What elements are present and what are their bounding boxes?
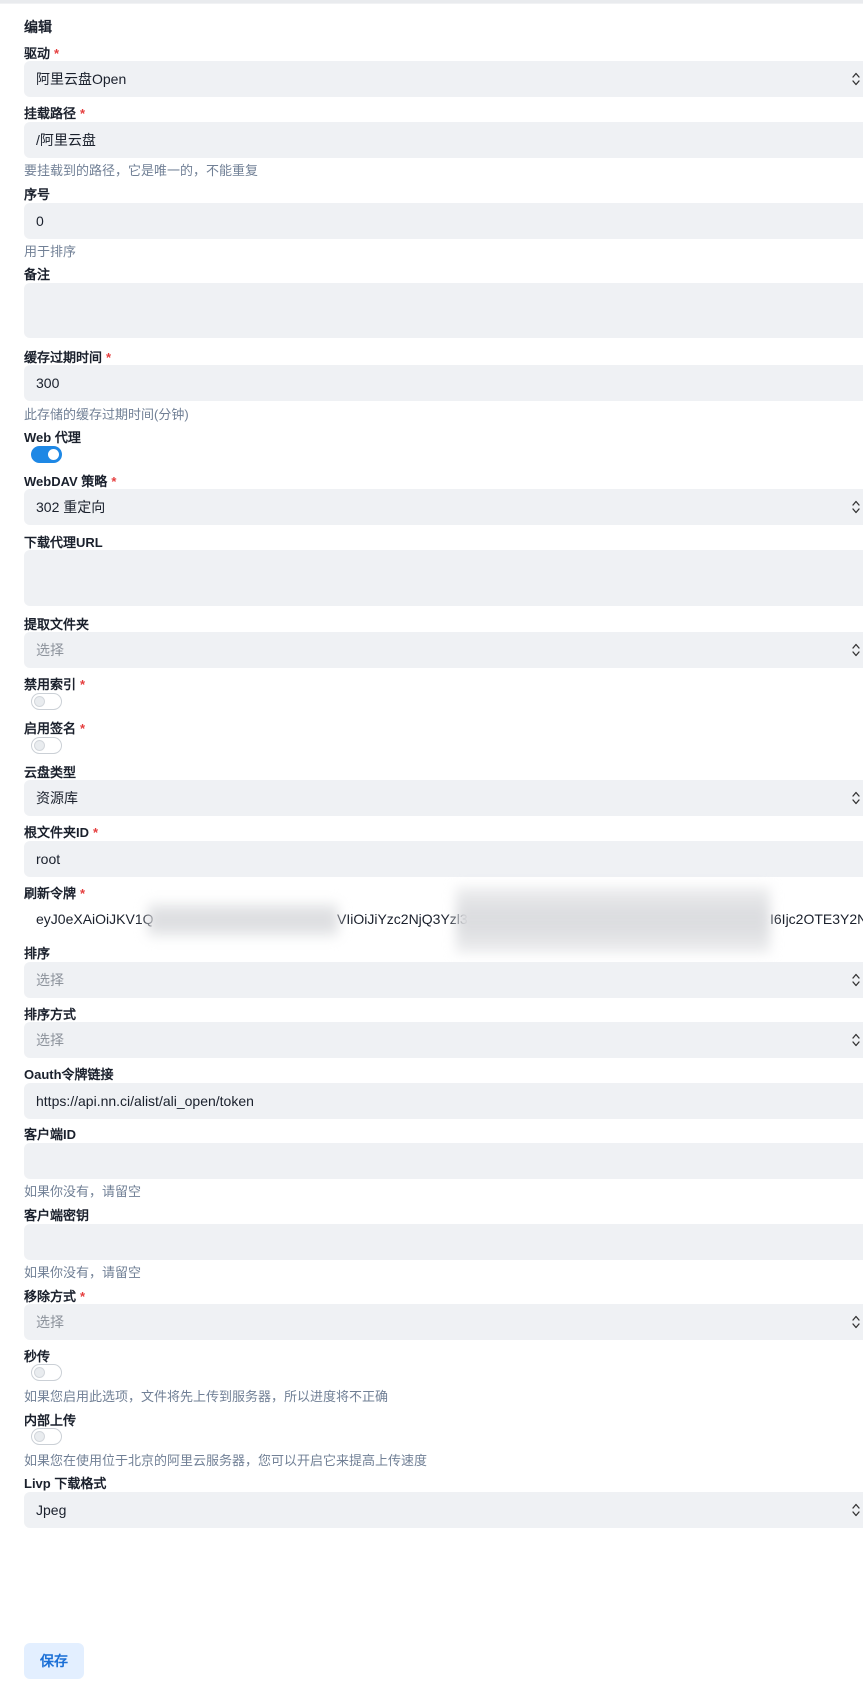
- chevron-updown-icon: [852, 1315, 860, 1329]
- chevron-updown-icon: [852, 500, 860, 514]
- cache-expiration-label: 缓存过期时间 *: [24, 350, 112, 365]
- extract-folder-select[interactable]: 选择: [24, 632, 863, 668]
- driver-label: 驱动 *: [24, 46, 60, 61]
- enable-sign-label: 启用签名 *: [24, 721, 86, 736]
- mount-path-input[interactable]: /阿里云盘: [24, 122, 863, 158]
- toggle-knob: [34, 740, 45, 751]
- driver-select[interactable]: 阿里云盘Open: [24, 61, 863, 97]
- order-direction-select[interactable]: 选择: [24, 1022, 863, 1058]
- toggle-knob: [34, 1367, 45, 1378]
- client-id-input[interactable]: [24, 1143, 863, 1179]
- remove-way-placeholder: 选择: [36, 1314, 64, 1330]
- download-proxy-url-textarea[interactable]: [24, 550, 863, 606]
- rapid-upload-hint: 如果您启用此选项，文件将先上传到服务器，所以进度将不正确: [24, 1389, 389, 1404]
- remark-textarea[interactable]: [24, 283, 863, 338]
- client-id-label: 客户端ID: [24, 1127, 77, 1142]
- root-folder-id-input[interactable]: root: [24, 841, 863, 877]
- web-proxy-toggle[interactable]: [31, 446, 62, 463]
- remove-way-select[interactable]: 选择: [24, 1304, 863, 1340]
- oauth-token-url-input[interactable]: https://api.nn.ci/alist/ali_open/token: [24, 1083, 863, 1119]
- refresh-token-label: 刷新令牌 *: [24, 886, 86, 901]
- order-by-placeholder: 选择: [36, 972, 64, 988]
- download-proxy-url-label: 下载代理URL: [24, 535, 103, 550]
- cache-expiration-input[interactable]: 300: [24, 365, 863, 401]
- redaction-blur: [148, 903, 338, 937]
- refresh-token-visible-part: I6Ijc2OTE3Y2N: [770, 911, 863, 927]
- client-secret-input[interactable]: [24, 1224, 863, 1260]
- webdav-policy-value: 302 重定向: [36, 499, 106, 515]
- internal-upload-label: 内部上传: [24, 1413, 77, 1428]
- order-by-select[interactable]: 选择: [24, 962, 863, 998]
- client-secret-hint: 如果你没有，请留空: [24, 1265, 142, 1280]
- drive-type-label: 云盘类型: [24, 765, 77, 780]
- web-proxy-label: Web 代理: [24, 430, 81, 445]
- extract-folder-placeholder: 选择: [36, 642, 64, 658]
- top-divider: [0, 0, 863, 4]
- driver-select-value: 阿里云盘Open: [36, 71, 127, 87]
- webdav-policy-label: WebDAV 策略 *: [24, 474, 117, 489]
- disable-index-toggle[interactable]: [31, 693, 62, 710]
- extract-folder-label: 提取文件夹: [24, 617, 90, 632]
- toggle-knob: [34, 1431, 45, 1442]
- page-title: 编辑: [24, 19, 52, 35]
- refresh-token-visible-part: VIiOiJiYzc2NjQ3Yzl3: [337, 911, 468, 927]
- order-input[interactable]: 0: [24, 203, 863, 239]
- mount-path-label: 挂载路径 *: [24, 106, 86, 121]
- chevron-updown-icon: [852, 1503, 860, 1517]
- order-label: 序号: [24, 187, 51, 202]
- drive-type-select[interactable]: 资源库: [24, 780, 863, 816]
- enable-sign-toggle[interactable]: [31, 737, 62, 754]
- chevron-updown-icon: [852, 72, 860, 86]
- chevron-updown-icon: [852, 643, 860, 657]
- client-id-hint: 如果你没有，请留空: [24, 1184, 142, 1199]
- toggle-knob: [34, 696, 45, 707]
- cache-expiration-hint: 此存储的缓存过期时间(分钟): [24, 407, 189, 422]
- livp-format-label: Livp 下载格式: [24, 1476, 107, 1491]
- order-by-label: 排序: [24, 946, 51, 961]
- remark-label: 备注: [24, 267, 51, 282]
- oauth-token-url-label: Oauth令牌链接: [24, 1067, 114, 1082]
- livp-format-select[interactable]: Jpeg: [24, 1492, 863, 1528]
- remove-way-label: 移除方式 *: [24, 1289, 86, 1304]
- drive-type-value: 资源库: [36, 790, 78, 806]
- rapid-upload-label: 秒传: [24, 1349, 51, 1364]
- refresh-token-visible-part: eyJ0eXAiOiJKV1Q: [36, 911, 154, 927]
- order-direction-label: 排序方式: [24, 1007, 77, 1022]
- mount-path-hint: 要挂载到的路径，它是唯一的，不能重复: [24, 163, 259, 178]
- disable-index-label: 禁用索引 *: [24, 677, 86, 692]
- chevron-updown-icon: [852, 791, 860, 805]
- toggle-knob: [48, 449, 59, 460]
- redaction-blur: [456, 887, 770, 953]
- chevron-updown-icon: [852, 1033, 860, 1047]
- root-folder-id-label: 根文件夹ID *: [24, 825, 99, 840]
- internal-upload-toggle[interactable]: [31, 1428, 62, 1445]
- order-direction-placeholder: 选择: [36, 1032, 64, 1048]
- internal-upload-hint: 如果您在使用位于北京的阿里云服务器，您可以开启它来提高上传速度: [24, 1453, 428, 1468]
- webdav-policy-select[interactable]: 302 重定向: [24, 489, 863, 525]
- save-button[interactable]: 保存: [24, 1643, 84, 1679]
- client-secret-label: 客户端密钥: [24, 1208, 90, 1223]
- livp-format-value: Jpeg: [36, 1502, 67, 1518]
- rapid-upload-toggle[interactable]: [31, 1364, 62, 1381]
- order-hint: 用于排序: [24, 244, 77, 259]
- chevron-updown-icon: [852, 973, 860, 987]
